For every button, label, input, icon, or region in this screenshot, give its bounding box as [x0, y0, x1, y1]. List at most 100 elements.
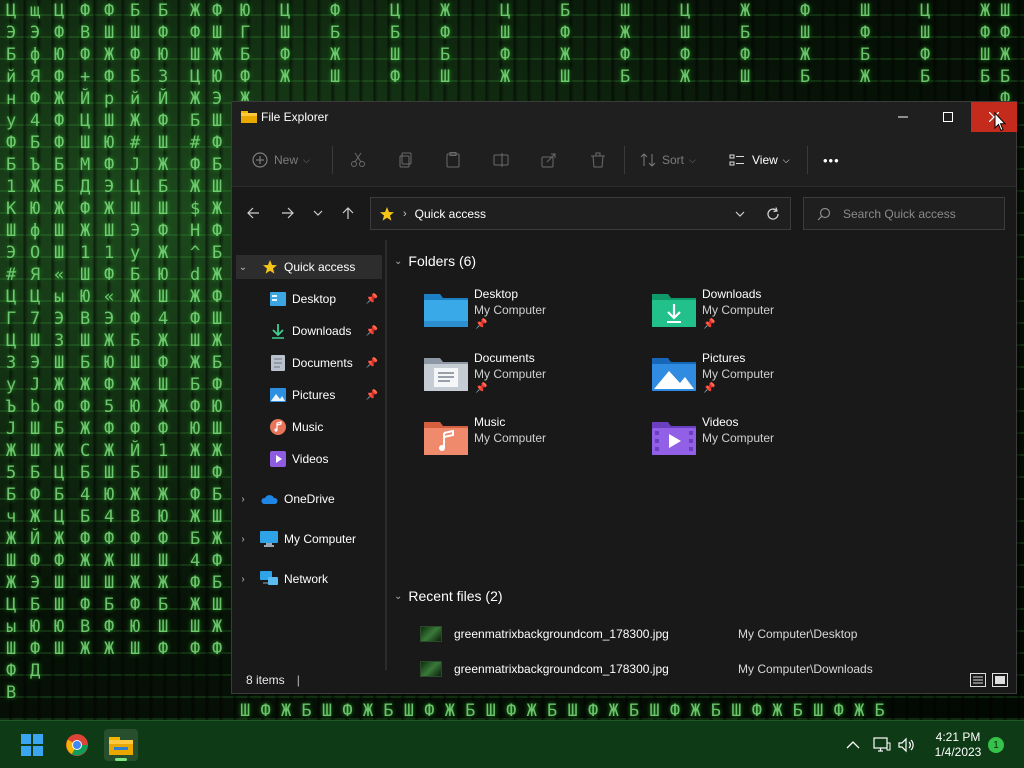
folder-name: Pictures: [702, 351, 746, 365]
network-icon: [260, 571, 278, 585]
forward-button[interactable]: [278, 203, 298, 223]
sidebar-item-music[interactable]: Music: [236, 415, 382, 439]
recent-file-row[interactable]: greenmatrixbackgroundcom_178300.jpg My C…: [420, 622, 980, 646]
view-icon: [729, 154, 744, 166]
back-button[interactable]: [243, 203, 263, 223]
sidebar-item-videos[interactable]: Videos: [236, 447, 382, 471]
chevron-right-icon[interactable]: ›: [236, 534, 250, 545]
desktop-folder-icon: [270, 292, 286, 306]
delete-button[interactable]: [590, 147, 606, 173]
large-icons-view-icon[interactable]: [992, 673, 1008, 687]
new-label: New: [274, 153, 299, 167]
share-button[interactable]: [541, 147, 557, 173]
sidebar-item-quick-access[interactable]: ⌄ Quick access: [236, 255, 382, 279]
up-button[interactable]: [338, 203, 358, 223]
sidebar-item-downloads[interactable]: Downloads 📌: [236, 319, 382, 343]
chevron-down-icon: ⌄: [394, 255, 403, 267]
pin-icon: 📌: [365, 325, 378, 337]
folder-tile-music[interactable]: Music My Computer: [424, 415, 644, 471]
chevron-right-icon[interactable]: ›: [236, 574, 250, 585]
more-options-button[interactable]: •••: [823, 147, 840, 173]
chevron-down-icon: [313, 210, 323, 216]
sort-button[interactable]: Sort ⌵: [640, 147, 696, 173]
title-bar[interactable]: File Explorer: [232, 102, 1017, 132]
folder-location: My Computer: [702, 431, 775, 445]
windows-logo-icon: [21, 734, 43, 756]
chrome-taskbar-button[interactable]: [60, 729, 94, 761]
breadcrumb[interactable]: Quick access: [415, 207, 486, 221]
details-view-icon[interactable]: [970, 673, 986, 687]
maximize-button[interactable]: [925, 102, 971, 132]
divider: [332, 146, 333, 174]
status-bar: 8 items |: [232, 667, 1016, 693]
folder-name: Downloads: [702, 287, 762, 301]
file-explorer-icon: [241, 111, 257, 123]
folder-tile-downloads[interactable]: Downloads My Computer 📌: [652, 287, 872, 343]
folder-tile-documents[interactable]: Documents My Computer 📌: [424, 351, 644, 407]
recent-files-section-header[interactable]: ⌄ Recent files (2): [394, 588, 503, 604]
rename-button[interactable]: [493, 147, 509, 173]
pin-icon: 📌: [703, 319, 716, 330]
content-pane: ⌄ Folders (6) Desktop My Computer 📌 Down…: [388, 239, 1016, 677]
sidebar-item-desktop[interactable]: Desktop 📌: [236, 287, 382, 311]
clock[interactable]: 4:21 PM 1/4/2023: [930, 730, 986, 760]
new-plus-icon: [252, 152, 268, 168]
sidebar-item-documents[interactable]: Documents 📌: [236, 351, 382, 375]
cut-button[interactable]: [350, 147, 366, 173]
sidebar-item-my-computer[interactable]: › My Computer: [236, 527, 382, 551]
folder-tile-videos[interactable]: Videos My Computer: [652, 415, 872, 471]
rename-icon: [493, 153, 509, 167]
pane-divider[interactable]: [385, 240, 387, 670]
breadcrumb-separator-icon: ›: [403, 207, 407, 220]
clock-date: 1/4/2023: [934, 745, 982, 759]
chevron-down-icon[interactable]: [734, 208, 746, 220]
share-icon: [541, 153, 556, 168]
folder-location: My Computer: [702, 303, 775, 317]
maximize-icon: [943, 112, 953, 122]
sidebar-item-network[interactable]: › Network: [236, 567, 382, 591]
mouse-cursor-icon: [994, 112, 1006, 132]
file-explorer-taskbar-button[interactable]: [104, 729, 138, 761]
folder-location: My Computer: [474, 367, 547, 381]
search-icon: [817, 207, 831, 220]
recent-locations-button[interactable]: [308, 203, 328, 223]
show-hidden-icons-button[interactable]: [846, 721, 860, 768]
star-icon: [263, 260, 277, 274]
refresh-icon[interactable]: [766, 207, 780, 221]
pin-icon: 📌: [475, 319, 488, 330]
folder-tile-desktop[interactable]: Desktop My Computer 📌: [424, 287, 644, 343]
paste-button[interactable]: [445, 147, 461, 173]
chevron-down-icon[interactable]: ⌄: [236, 262, 250, 273]
volume-button[interactable]: [898, 721, 916, 768]
music-icon: [270, 419, 286, 435]
trash-icon: [591, 152, 605, 168]
new-button[interactable]: New ⌵: [252, 147, 310, 173]
folder-name: Desktop: [474, 287, 519, 301]
copy-button[interactable]: [398, 147, 414, 173]
network-monitor-icon: [873, 737, 891, 752]
minimize-button[interactable]: [880, 102, 926, 132]
pin-icon: 📌: [365, 357, 378, 369]
view-button[interactable]: View ⌵: [729, 147, 790, 173]
paste-icon: [446, 152, 460, 168]
chevron-right-icon[interactable]: ›: [236, 494, 250, 505]
sidebar-item-label: My Computer: [284, 532, 357, 546]
network-status-button[interactable]: [873, 721, 891, 768]
chevron-down-icon: ⌄: [394, 590, 403, 602]
chevron-down-icon: ⌵: [782, 154, 790, 165]
pin-icon: 📌: [365, 389, 378, 401]
folders-section-header[interactable]: ⌄ Folders (6): [394, 253, 476, 269]
pictures-icon: [270, 388, 286, 402]
sidebar-item-pictures[interactable]: Pictures 📌: [236, 383, 382, 407]
chrome-icon: [66, 734, 88, 756]
sidebar-item-label: Documents: [292, 356, 353, 370]
sidebar-item-label: Desktop: [292, 292, 337, 306]
sidebar-item-label: Music: [292, 420, 324, 434]
cloud-icon: [261, 495, 278, 504]
sidebar-item-onedrive[interactable]: › OneDrive: [236, 487, 382, 511]
start-button[interactable]: [15, 729, 49, 761]
search-box[interactable]: Search Quick access: [803, 197, 1005, 230]
notification-badge[interactable]: 1: [988, 737, 1004, 753]
folder-tile-pictures[interactable]: Pictures My Computer 📌: [652, 351, 872, 407]
address-bar[interactable]: › Quick access: [370, 197, 791, 230]
